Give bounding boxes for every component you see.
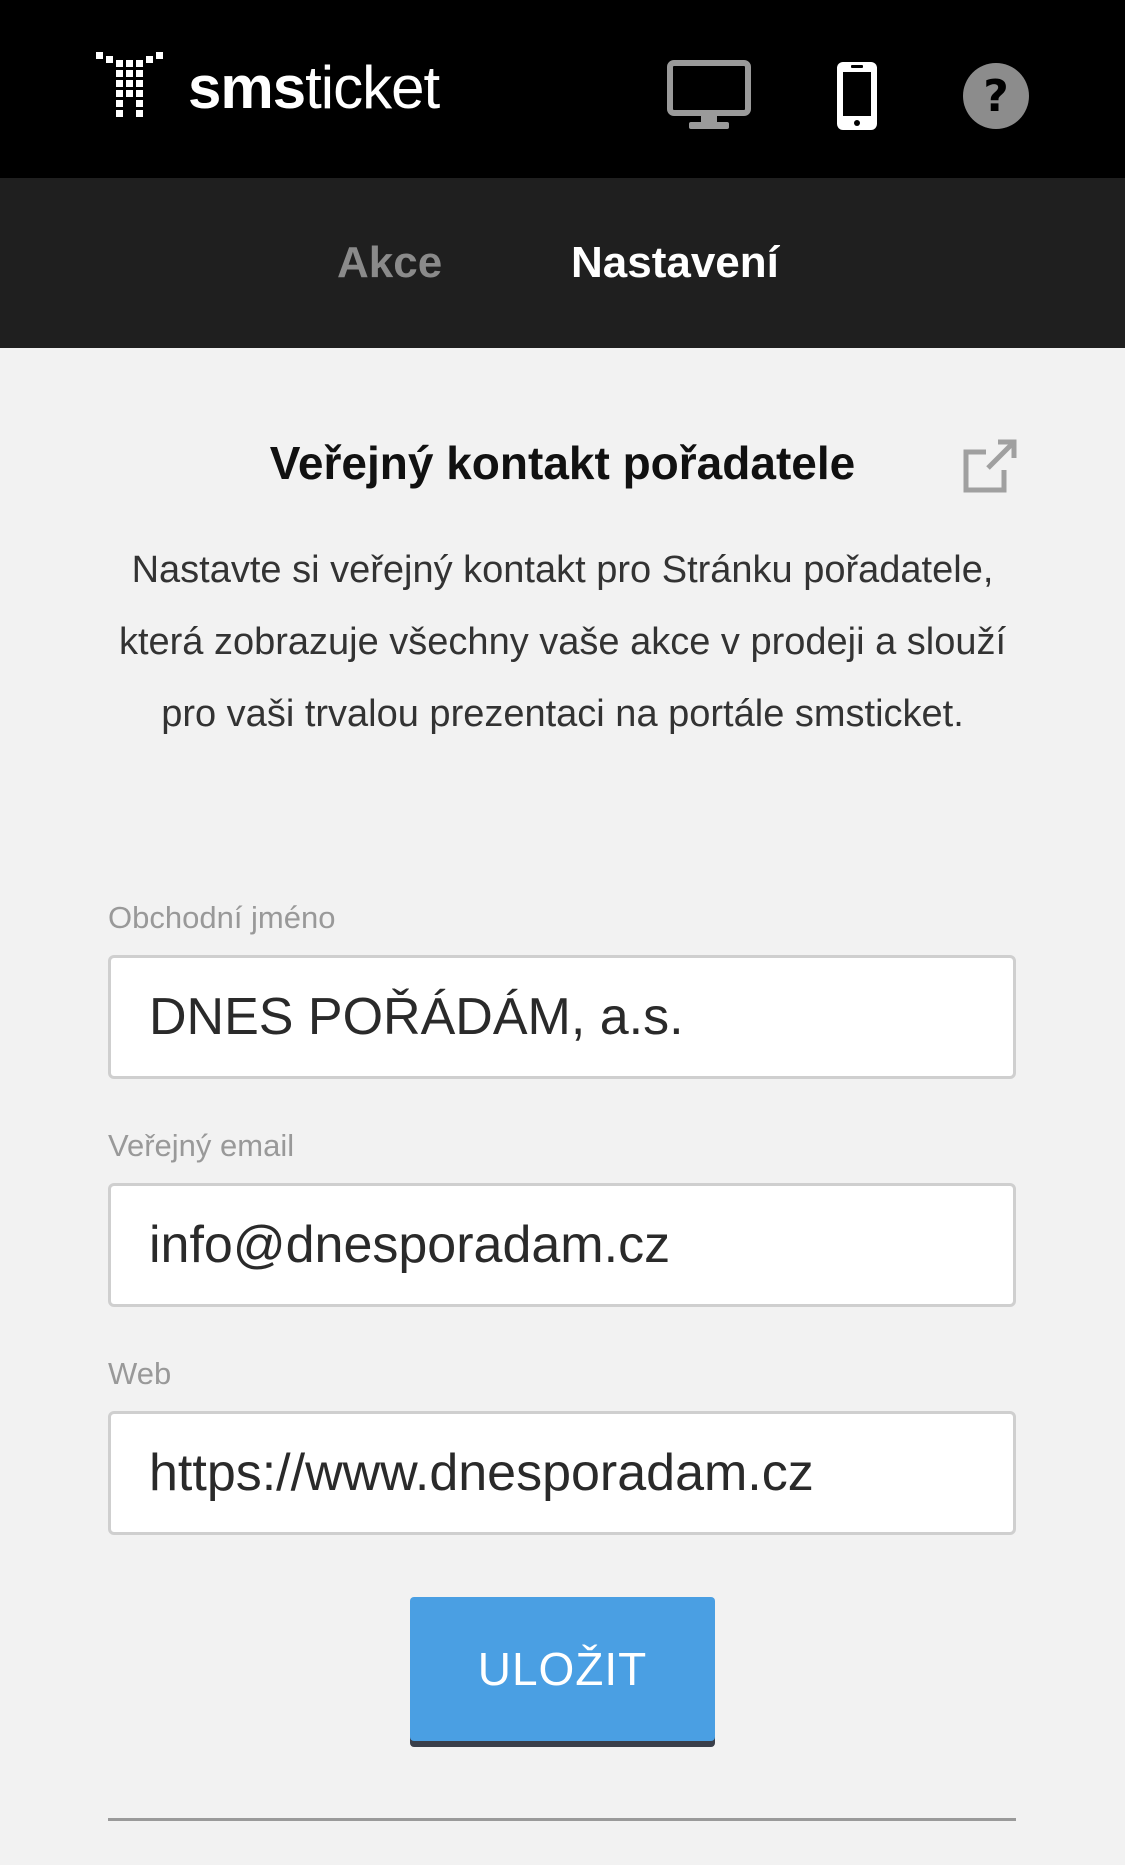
svg-text:?: ? bbox=[983, 71, 1009, 122]
logo-text: smsticket bbox=[188, 58, 440, 118]
save-button[interactable]: ULOŽIT bbox=[410, 1597, 715, 1741]
logo-mark-icon bbox=[96, 52, 163, 117]
web-input[interactable] bbox=[108, 1411, 1016, 1535]
top-header: smsticket ? bbox=[0, 0, 1125, 178]
tab-nastaveni[interactable]: Nastavení bbox=[571, 178, 779, 348]
business-name-input[interactable] bbox=[108, 955, 1016, 1079]
logo-text-regular: ticket bbox=[305, 54, 440, 121]
divider bbox=[108, 1818, 1016, 1821]
section-title: Veřejný kontakt pořadatele bbox=[269, 437, 856, 489]
section-description: Nastavte si veřejný kontakt pro Stránku … bbox=[118, 549, 1007, 735]
mobile-icon[interactable] bbox=[835, 60, 879, 132]
smsticket-logo[interactable]: smsticket bbox=[96, 52, 440, 124]
business-name-label: Obchodní jméno bbox=[108, 900, 336, 935]
desktop-icon[interactable] bbox=[667, 60, 751, 132]
help-icon[interactable]: ? bbox=[962, 62, 1030, 130]
tab-akce[interactable]: Akce bbox=[337, 178, 442, 348]
main-nav: Akce Nastavení bbox=[0, 178, 1125, 348]
public-email-label: Veřejný email bbox=[108, 1128, 295, 1163]
web-label: Web bbox=[108, 1356, 172, 1391]
logo-text-bold: sms bbox=[188, 54, 306, 121]
external-link-icon[interactable] bbox=[962, 438, 1018, 494]
public-email-input[interactable] bbox=[108, 1183, 1016, 1307]
